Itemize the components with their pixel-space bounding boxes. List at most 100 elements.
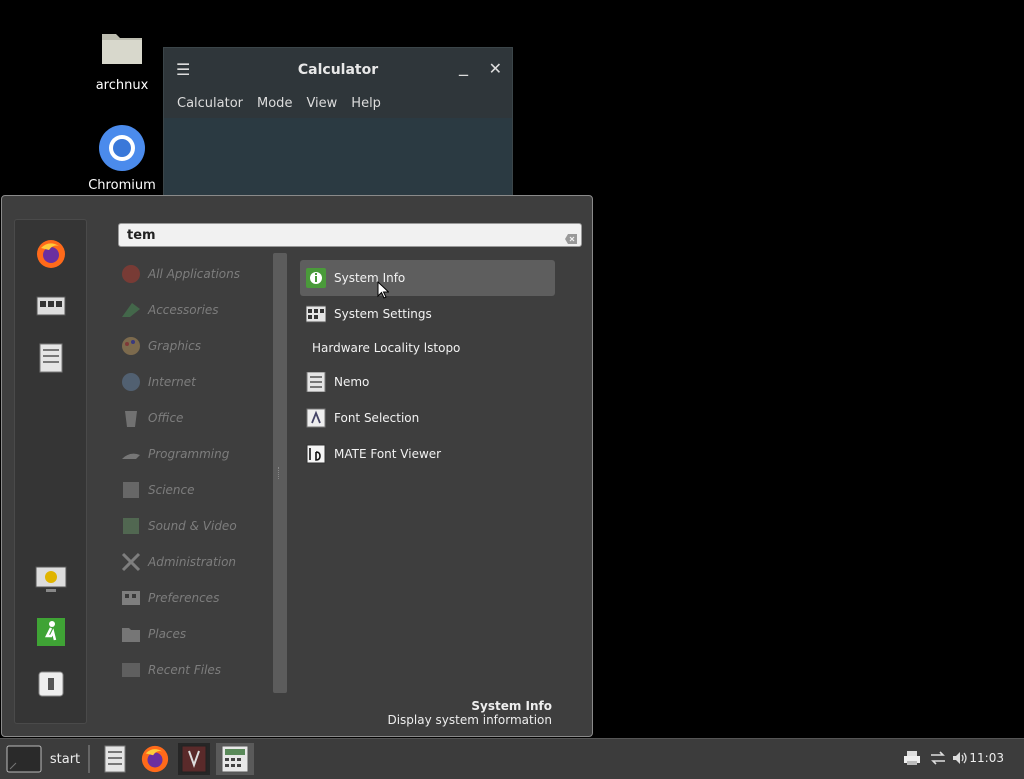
calculator-body (164, 118, 512, 206)
network-icon[interactable] (929, 749, 947, 767)
sound-video-icon (120, 515, 142, 537)
separator-grip (278, 467, 282, 479)
close-icon[interactable]: ✕ (489, 59, 502, 78)
system-settings-icon (305, 304, 327, 324)
result-label: Nemo (334, 375, 370, 389)
category-label: Science (148, 483, 195, 497)
description-title: System Info (471, 699, 552, 713)
search-results: System Info System Settings Hardware Local… (300, 260, 555, 472)
logout-icon[interactable] (33, 614, 69, 650)
category-science[interactable]: Science (120, 472, 270, 508)
taskbar-firefox-icon[interactable] (138, 743, 172, 775)
taskbar-file-manager-icon[interactable] (100, 743, 130, 775)
result-label: Hardware Locality lstopo (312, 341, 461, 355)
category-label: Accessories (148, 303, 219, 317)
category-places[interactable]: Places (120, 616, 270, 652)
font-selection-icon (306, 408, 326, 428)
printer-icon[interactable] (903, 749, 921, 767)
preferences-icon (120, 587, 142, 609)
font-viewer-icon (306, 444, 326, 464)
desktop-icon-label: Chromium (88, 178, 156, 193)
favorites-sidebar (14, 219, 87, 724)
category-programming[interactable]: Programming (120, 436, 270, 472)
app-description: System Info Display system information (387, 699, 552, 727)
application-menu: All Applications Accessories Graphics Inter… (1, 195, 593, 737)
accessories-icon (120, 299, 142, 321)
start-menu-icon (6, 745, 42, 773)
category-sound-video[interactable]: Sound & Video (120, 508, 270, 544)
category-recent-files[interactable]: Recent Files (120, 652, 270, 688)
volume-icon[interactable] (951, 749, 969, 767)
clear-search-icon[interactable] (565, 229, 577, 244)
folder-icon (98, 24, 146, 72)
category-label: All Applications (148, 267, 240, 281)
graphics-icon (120, 335, 142, 357)
result-mate-font-viewer[interactable]: MATE Font Viewer (300, 436, 555, 472)
system-info-icon (306, 268, 326, 288)
result-label: MATE Font Viewer (334, 447, 442, 461)
category-office[interactable]: Office (120, 400, 270, 436)
taskbar-divider (88, 745, 90, 773)
calculator-window[interactable]: ☰ Calculator _ ✕ Calculator Mode View He… (163, 47, 513, 209)
category-internet[interactable]: Internet (120, 364, 270, 400)
calculator-menubar: Calculator Mode View Help (164, 92, 512, 118)
places-icon (120, 623, 142, 645)
category-label: Programming (148, 447, 230, 461)
internet-icon (120, 371, 142, 393)
category-all-applications[interactable]: All Applications (120, 256, 270, 292)
result-label: System Info (334, 271, 406, 285)
programming-icon (120, 443, 142, 465)
desktop-icon-chromium[interactable]: Chromium (82, 124, 162, 193)
taskbar-calculator-icon[interactable] (216, 743, 254, 775)
category-accessories[interactable]: Accessories (120, 292, 270, 328)
pane-separator[interactable] (273, 253, 287, 693)
calculator-titlebar[interactable]: ☰ Calculator _ ✕ (164, 48, 512, 92)
category-label: Sound & Video (148, 519, 237, 533)
file-manager-icon[interactable] (33, 340, 69, 376)
administration-icon (120, 551, 142, 573)
science-icon (120, 479, 142, 501)
category-label: Preferences (148, 591, 220, 605)
nemo-icon (306, 371, 326, 393)
category-label: Recent Files (148, 663, 222, 677)
category-label: Places (148, 627, 187, 641)
result-font-selection[interactable]: Font Selection (300, 400, 555, 436)
category-preferences[interactable]: Preferences (120, 580, 270, 616)
firefox-icon[interactable] (33, 236, 69, 272)
result-system-info[interactable]: System Info (300, 260, 555, 296)
menu-mode[interactable]: Mode (250, 92, 299, 118)
result-label: System Settings (334, 307, 432, 321)
category-administration[interactable]: Administration (120, 544, 270, 580)
menu-help[interactable]: Help (344, 92, 388, 118)
recent-files-icon (120, 659, 142, 681)
office-icon (120, 407, 142, 429)
menu-search-input[interactable] (118, 223, 582, 247)
lock-screen-icon[interactable] (33, 562, 69, 598)
category-label: Graphics (148, 339, 201, 353)
shutdown-icon[interactable] (33, 666, 69, 702)
category-label: Internet (148, 375, 196, 389)
result-label: Font Selection (334, 411, 420, 425)
clock[interactable]: 11:03 (969, 751, 1004, 765)
category-graphics[interactable]: Graphics (120, 328, 270, 364)
category-label: Office (148, 411, 184, 425)
menu-calculator[interactable]: Calculator (170, 92, 250, 118)
description-text: Display system information (387, 713, 552, 727)
result-system-settings[interactable]: System Settings (300, 296, 555, 332)
result-nemo[interactable]: Nemo (300, 364, 555, 400)
menu-view[interactable]: View (299, 92, 344, 118)
software-manager-icon[interactable] (33, 288, 69, 324)
taskbar-terminal-icon[interactable] (178, 743, 210, 775)
mouse-cursor-icon (377, 280, 390, 303)
desktop-icon-archnux[interactable]: archnux (82, 24, 162, 93)
start-label: start (49, 751, 81, 767)
result-hardware-locality-lstopo[interactable]: Hardware Locality lstopo (300, 332, 555, 364)
category-label: Administration (148, 555, 237, 569)
start-button[interactable]: start (2, 743, 84, 775)
chromium-icon (98, 124, 146, 172)
category-list: All Applications Accessories Graphics Inter… (120, 256, 270, 688)
desktop-icon-label: archnux (95, 78, 149, 93)
all-apps-icon (120, 263, 142, 285)
taskbar: start 11:03 (0, 738, 1024, 779)
minimize-icon[interactable]: _ (459, 56, 468, 77)
